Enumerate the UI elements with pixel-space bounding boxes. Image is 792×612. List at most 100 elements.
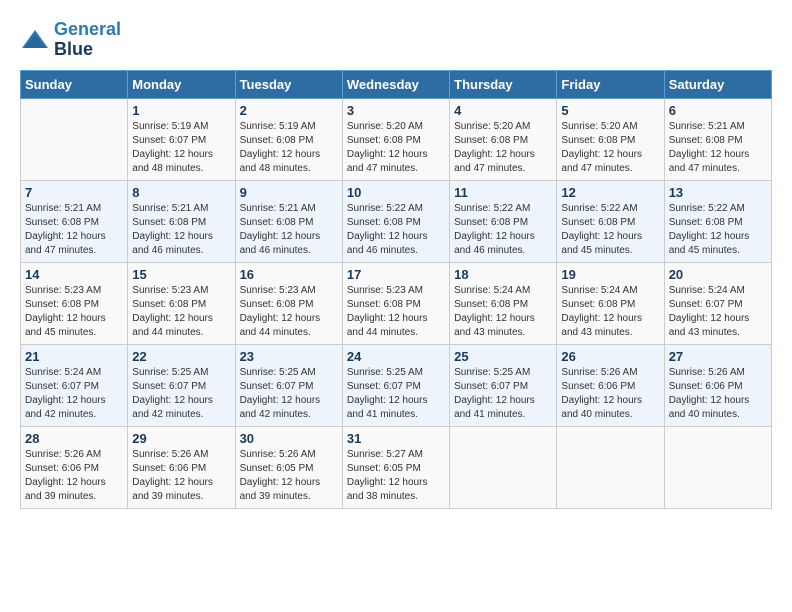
day-detail-line: Sunset: 6:08 PM [240,299,314,310]
day-detail-line: Daylight: 12 hours [561,395,642,406]
day-detail-line: Daylight: 12 hours [132,313,213,324]
day-number: 25 [454,349,552,364]
day-detail-line: Sunset: 6:06 PM [132,463,206,474]
day-detail-line: Sunrise: 5:20 AM [347,121,423,132]
page-header: GeneralBlue [20,20,772,60]
day-detail-line: Sunrise: 5:26 AM [25,449,101,460]
day-cell: 22 Sunrise: 5:25 AMSunset: 6:07 PMDayligh… [128,344,235,426]
day-cell: 25Sunrise: 5:25 AMSunset: 6:07 PMDayligh… [450,344,557,426]
header-saturday: Saturday [664,70,771,98]
day-info: Sunrise: 5:26 AMSunset: 6:06 PMDaylight:… [669,366,767,422]
day-detail-line: Sunrise: 5:21 AM [240,203,316,214]
day-info: Sunrise: 5:22 AMSunset: 6:08 PMDaylight:… [454,202,552,258]
day-info: Sunrise: 5:26 AM Sunset: 6:06 PM Daylight:… [25,448,123,504]
day-cell: 7Sunrise: 5:21 AMSunset: 6:08 PMDaylight… [21,180,128,262]
day-detail-line: Sunrise: 5:21 AM [25,203,101,214]
day-detail-line: and 40 minutes. [669,409,740,420]
day-number: 10 [347,185,445,200]
day-cell [21,98,128,180]
day-detail-line: Sunrise: 5:24 AM [669,285,745,296]
day-cell: 28Sunrise: 5:26 AMSunset: 6:06 PMDayligh… [21,426,128,508]
day-detail-line: and 45 minutes. [561,245,632,256]
day-detail-line: Sunset: 6:07 PM [347,381,421,392]
logo-icon [20,28,50,52]
day-detail-line: and 47 minutes. [25,245,96,256]
week-row-1: 7Sunrise: 5:21 AMSunset: 6:08 PMDaylight… [21,180,772,262]
day-info: Sunrise: 5:25 AMSunset: 6:07 PMDaylight:… [132,366,230,422]
day-detail-line: Sunset: 6:07 PM [25,381,99,392]
day-detail-line: Sunset: 6:07 PM [669,299,743,310]
day-info: Sunrise: 5:24 AM Sunset: 6:07 PM Daylight:… [669,284,767,340]
day-info: Sunrise: 5:23 AMSunset: 6:08 PMDaylight:… [347,284,445,340]
day-info: Sunrise: 5:23 AMSunset: 6:08 PMDaylight:… [240,284,338,340]
day-detail-line: and 47 minutes. [669,163,740,174]
day-detail-line: Sunset: 6:07 PM [240,381,314,392]
day-detail-line: and 39 minutes. [240,491,311,502]
day-detail-line: Daylight: 12 hours [347,231,428,242]
day-info: Sunrise: 5:26 AMSunset: 6:06 PMDaylight:… [132,448,230,504]
day-cell [450,426,557,508]
day-detail-line: Sunset: 6:06 PM [25,463,99,474]
logo-text: GeneralBlue [54,20,121,60]
day-cell: 4Sunrise: 5:20 AMSunset: 6:08 PMDaylight… [450,98,557,180]
day-detail-line: Sunset: 6:08 PM [347,217,421,228]
day-number: 18 [454,267,552,282]
day-cell: 2Sunrise: 5:19 AMSunset: 6:08 PMDaylight… [235,98,342,180]
week-row-3: 21Sunrise: 5:24 AMSunset: 6:07 PMDayligh… [21,344,772,426]
day-detail-line: Sunset: 6:08 PM [454,217,528,228]
day-cell: 30Sunrise: 5:26 AMSunset: 6:05 PMDayligh… [235,426,342,508]
day-cell: 19Sunrise: 5:24 AMSunset: 6:08 PMDayligh… [557,262,664,344]
day-cell: 21Sunrise: 5:24 AMSunset: 6:07 PMDayligh… [21,344,128,426]
day-detail-line: Daylight: 12 hours [561,149,642,160]
day-detail-line: Sunset: 6:05 PM [347,463,421,474]
day-detail-line: Sunrise: 5:25 AM [347,367,423,378]
header-wednesday: Wednesday [342,70,449,98]
day-detail-line: and 41 minutes. [347,409,418,420]
day-detail-line: Sunrise: 5:22 AM [561,203,637,214]
day-detail-line: Sunrise: 5:26 AM [669,367,745,378]
day-detail-line: Daylight: 12 hours [669,313,750,324]
day-number: 8 [132,185,230,200]
day-info: Sunrise: 5:25 AM Sunset: 6:07 PM Daylight:… [347,366,445,422]
day-detail-line: Sunrise: 5:20 AM [454,121,530,132]
day-detail-line: Sunrise: 5:24 AM [25,367,101,378]
day-cell [557,426,664,508]
day-detail-line: Daylight: 12 hours [454,231,535,242]
day-info: Sunrise: 5:21 AMSunset: 6:08 PMDaylight:… [240,202,338,258]
day-detail-line: Sunset: 6:08 PM [347,299,421,310]
day-detail-line: and 42 minutes. [132,409,203,420]
day-cell: 9Sunrise: 5:21 AMSunset: 6:08 PMDaylight… [235,180,342,262]
day-info: Sunrise: 5:25 AMSunset: 6:07 PMDaylight:… [240,366,338,422]
day-detail-line: Sunset: 6:08 PM [561,135,635,146]
day-cell: 11Sunrise: 5:22 AMSunset: 6:08 PMDayligh… [450,180,557,262]
day-detail-line: Daylight: 12 hours [561,231,642,242]
day-detail-line: and 40 minutes. [561,409,632,420]
day-cell: 29Sunrise: 5:26 AMSunset: 6:06 PMDayligh… [128,426,235,508]
day-cell: 3Sunrise: 5:20 AMSunset: 6:08 PMDaylight… [342,98,449,180]
day-detail-line: Sunrise: 5:21 AM [669,121,745,132]
day-detail-line: Sunset: 6:08 PM [25,299,99,310]
day-detail-line: Sunset: 6:08 PM [454,299,528,310]
day-number: 22 [132,349,230,364]
day-cell [664,426,771,508]
day-detail-line: Sunrise: 5:26 AM [240,449,316,460]
day-info: Sunrise: 5:20 AMSunset: 6:08 PMDaylight:… [347,120,445,176]
day-number: 14 [25,267,123,282]
day-detail-line: Sunset: 6:06 PM [669,381,743,392]
day-detail-line: Daylight: 12 hours [454,149,535,160]
header-tuesday: Tuesday [235,70,342,98]
day-detail-line: Sunrise: 5:22 AM [669,203,745,214]
day-cell: 27Sunrise: 5:26 AMSunset: 6:06 PMDayligh… [664,344,771,426]
day-cell: 15Sunrise: 5:23 AMSunset: 6:08 PMDayligh… [128,262,235,344]
day-detail-line: Daylight: 12 hours [347,395,428,406]
day-detail-line: Daylight: 12 hours [25,477,106,488]
week-row-2: 14 Sunrise: 5:23 AMSunset: 6:08 PMDayligh… [21,262,772,344]
day-number: 1 [132,103,230,118]
day-detail-line: Sunrise: 5:21 AM [132,203,208,214]
day-number: 15 [132,267,230,282]
day-detail-line: Sunrise: 5:26 AM [132,449,208,460]
day-cell: 16Sunrise: 5:23 AMSunset: 6:08 PMDayligh… [235,262,342,344]
day-info: Sunrise: 5:20 AMSunset: 6:08 PMDaylight:… [561,120,659,176]
day-info: Sunrise: 5:20 AMSunset: 6:08 PMDaylight:… [454,120,552,176]
logo: GeneralBlue [20,20,121,60]
